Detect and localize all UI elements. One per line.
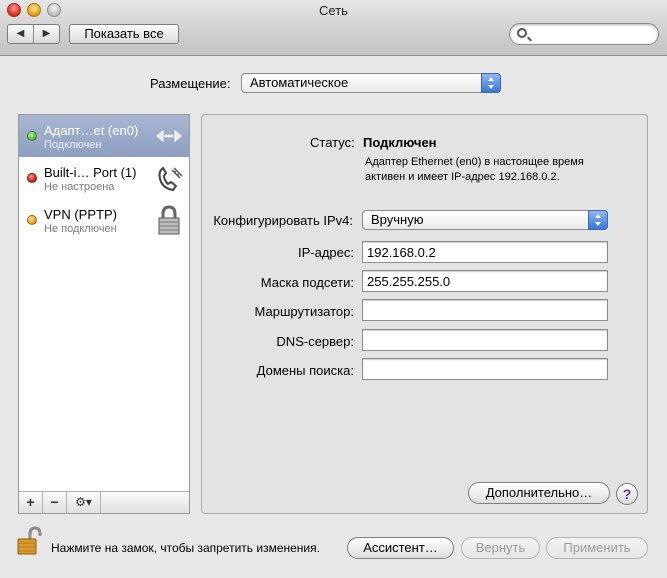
network-preferences-window: Сеть ◀ ▶ Показать все Размещение: Автома… [0,0,667,578]
location-label: Размещение: [150,76,231,91]
service-status: Подключен [44,139,102,151]
status-description: Адаптер Ethernet (en0) в настоящее время… [365,156,584,183]
help-button[interactable]: ? [616,483,638,505]
status-dot-red [27,173,37,183]
assistant-button[interactable]: Ассистент… [347,537,454,559]
ethernet-icon [156,129,182,143]
status-dot-yellow [27,215,37,225]
dns-server-label: DNS-сервер: [276,334,354,349]
service-item-vpn[interactable]: VPN (PPTP) Не подключен [19,199,189,241]
lock-message: Нажмите на замок, чтобы запретить измене… [51,541,320,555]
title-bar: Сеть ◀ ▶ Показать все [0,0,667,56]
service-list-toolbar: + − ⚙▾ [19,491,189,513]
remove-service-button[interactable]: − [43,492,67,513]
phone-modem-icon [158,166,183,192]
ip-address-label: IP-адрес: [298,245,354,260]
service-detail-pane: Статус: Подключен Адаптер Ethernet (en0)… [201,114,648,514]
popup-arrows-icon [588,210,608,230]
router-label: Маршрутизатор: [254,304,354,319]
search-input[interactable] [532,26,652,42]
service-status: Не подключен [44,223,117,235]
popup-arrows-icon [481,73,501,93]
search-domains-label: Домены поиска: [256,363,354,378]
revert-button[interactable]: Вернуть [461,537,540,559]
service-list: Адапт…et (en0) Подключен Built-i… Port (… [18,114,190,514]
status-label: Статус: [310,135,355,150]
vpn-lock-icon [158,205,180,235]
show-all-button[interactable]: Показать все [69,24,179,44]
add-service-button[interactable]: + [19,492,43,513]
gear-menu-button[interactable]: ⚙▾ [67,492,101,513]
search-icon [517,28,527,38]
forward-button[interactable]: ▶ [34,25,59,43]
window-title: Сеть [319,3,348,18]
status-value: Подключен [363,135,437,150]
router-field[interactable] [362,299,608,321]
service-name: VPN (PPTP) [44,207,117,222]
back-button[interactable]: ◀ [8,25,34,43]
location-value: Автоматическое [250,75,349,90]
search-domains-field[interactable] [362,358,608,380]
location-popup[interactable]: Автоматическое [241,73,501,93]
service-name: Built-i… Port (1) [44,165,137,180]
service-item-modem[interactable]: Built-i… Port (1) Не настроена [19,157,189,199]
service-name: Адапт…et (en0) [44,123,139,138]
lock-icon[interactable] [16,526,44,556]
dns-server-field[interactable] [362,329,608,351]
apply-button[interactable]: Применить [546,537,648,559]
configure-ipv4-popup[interactable]: Вручную [362,210,608,230]
configure-ipv4-label: Конфигурировать IPv4: [213,213,353,228]
advanced-button[interactable]: Дополнительно… [468,482,610,504]
configure-ipv4-value: Вручную [371,212,424,227]
service-item-ethernet[interactable]: Адапт…et (en0) Подключен [19,115,189,157]
back-forward-control: ◀ ▶ [7,24,60,44]
subnet-mask-label: Маска подсети: [260,275,354,290]
ip-address-field[interactable] [362,241,608,263]
service-status: Не настроена [44,181,115,193]
subnet-mask-field[interactable] [362,270,608,292]
status-dot-green [27,131,37,141]
search-field[interactable] [509,23,659,45]
